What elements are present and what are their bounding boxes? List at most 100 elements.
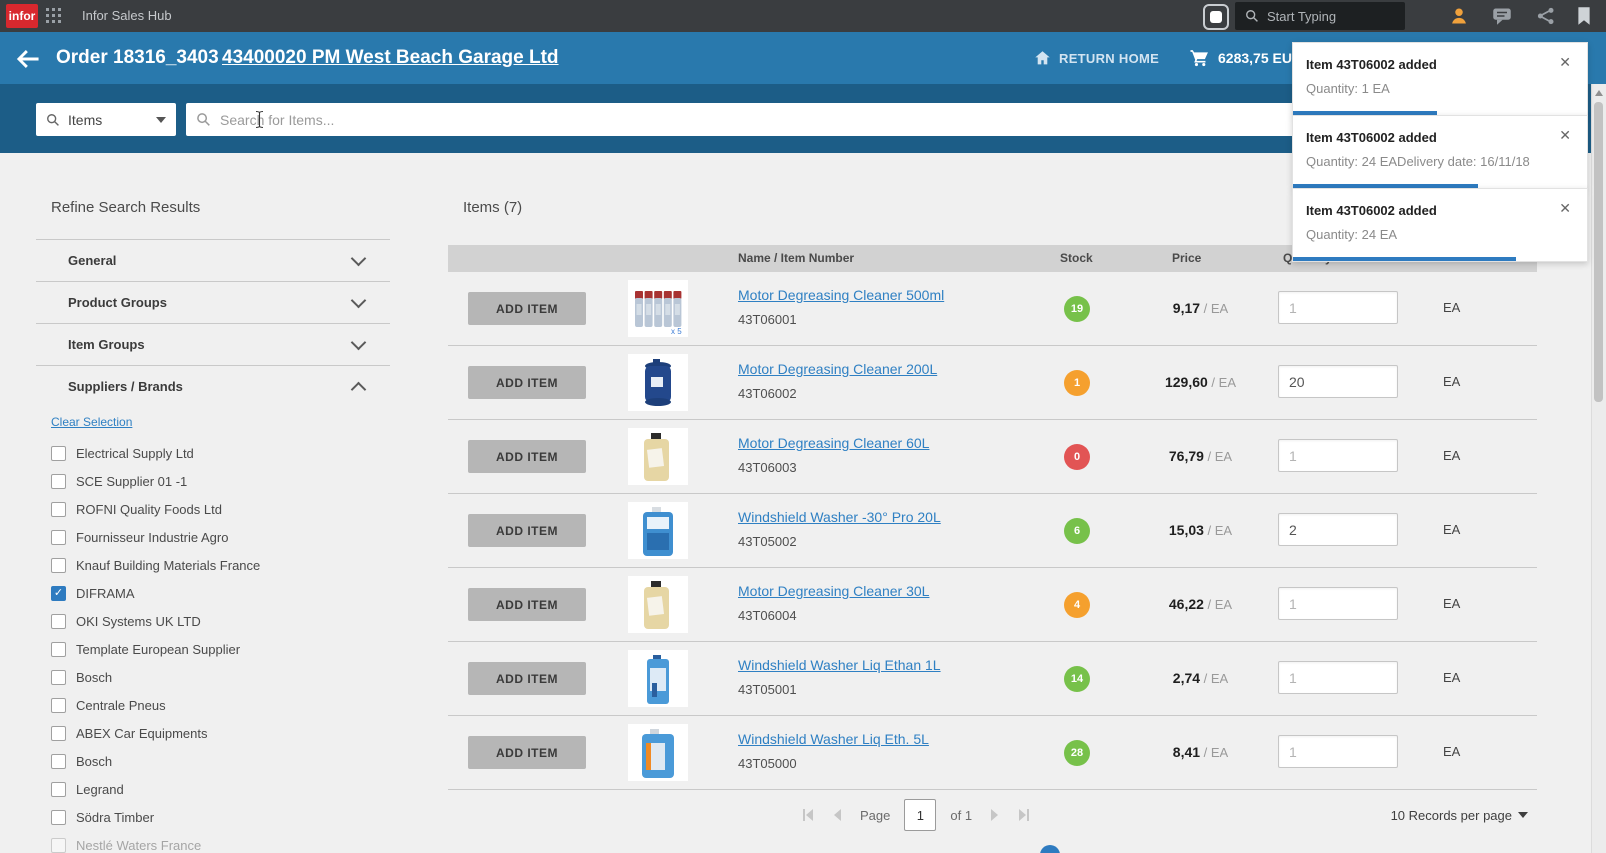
chevron-down-icon	[351, 251, 367, 267]
checkbox-checked-icon[interactable]: ✓	[51, 586, 66, 601]
item-name-link[interactable]: Motor Degreasing Cleaner 60L	[738, 435, 929, 451]
app-grid-icon[interactable]	[46, 8, 62, 24]
close-icon[interactable]: ✕	[1553, 53, 1577, 72]
item-name-link[interactable]: Motor Degreasing Cleaner 30L	[738, 583, 929, 599]
search-category-value: Items	[68, 112, 156, 128]
product-photo	[631, 653, 685, 705]
column-stock: Stock	[1060, 245, 1093, 272]
close-icon[interactable]: ✕	[1553, 199, 1577, 218]
checkbox-icon[interactable]	[51, 614, 66, 629]
checkbox-icon[interactable]	[51, 810, 66, 825]
checkbox-icon[interactable]	[51, 754, 66, 769]
supplier-filter-item[interactable]: Legrand	[36, 775, 390, 803]
supplier-filter-item[interactable]: Fournisseur Industrie Agro	[36, 523, 390, 551]
supplier-filter-item[interactable]: OKI Systems UK LTD	[36, 607, 390, 635]
unit-label: EA	[1443, 374, 1460, 389]
filter-section-item-groups[interactable]: Item Groups	[36, 323, 390, 365]
table-row: ADD ITEMWindshield Washer Liq Ethan 1L43…	[448, 642, 1537, 716]
filter-section-product-groups[interactable]: Product Groups	[36, 281, 390, 323]
add-item-button[interactable]: ADD ITEM	[468, 292, 586, 325]
item-name-link[interactable]: Motor Degreasing Cleaner 500ml	[738, 287, 944, 303]
supplier-filter-item[interactable]: SCE Supplier 01 -1	[36, 467, 390, 495]
quantity-input[interactable]	[1278, 291, 1398, 324]
quantity-input[interactable]	[1278, 587, 1398, 620]
cart-button[interactable]: 6283,75 EUR	[1190, 32, 1302, 84]
supplier-filter-item[interactable]: Nestlé Waters France	[36, 831, 390, 853]
name-cell: Windshield Washer -30° Pro 20L 43T05002	[738, 509, 941, 549]
supplier-filter-item[interactable]: Electrical Supply Ltd	[36, 439, 390, 467]
add-item-button[interactable]: ADD ITEM	[468, 514, 586, 547]
scrollbar-thumb[interactable]	[1594, 102, 1603, 402]
checkbox-icon[interactable]	[51, 474, 66, 489]
supplier-filter-item[interactable]: ✓DIFRAMA	[36, 579, 390, 607]
item-number: 43T05002	[738, 534, 941, 549]
supplier-filter-item[interactable]: Centrale Pneus	[36, 691, 390, 719]
stock-badge: 0	[1064, 444, 1090, 470]
supplier-filter-item[interactable]: Bosch	[36, 663, 390, 691]
global-search-placeholder: Start Typing	[1267, 9, 1336, 24]
share-icon[interactable]	[1536, 6, 1556, 26]
filter-section-general[interactable]: General	[36, 239, 390, 281]
item-name-link[interactable]: Motor Degreasing Cleaner 200L	[738, 361, 937, 377]
quantity-input[interactable]	[1278, 735, 1398, 768]
last-page-icon[interactable]	[1016, 807, 1032, 823]
clear-selection-link[interactable]: Clear Selection	[51, 415, 132, 429]
checkbox-icon[interactable]	[51, 530, 66, 545]
close-icon[interactable]: ✕	[1553, 126, 1577, 145]
text-cursor-icon	[254, 110, 265, 129]
checkbox-icon[interactable]	[51, 838, 66, 853]
cart-total: 6283,75 EUR	[1218, 50, 1302, 66]
checkbox-icon[interactable]	[51, 726, 66, 741]
item-name-link[interactable]: Windshield Washer -30° Pro 20L	[738, 509, 941, 525]
supplier-filter-item[interactable]: Template European Supplier	[36, 635, 390, 663]
pagination: Page of 1 10 Records per page	[448, 797, 1540, 833]
item-number: 43T06003	[738, 460, 929, 475]
add-item-button[interactable]: ADD ITEM	[468, 588, 586, 621]
records-per-page-dropdown[interactable]: 10 Records per page	[1391, 797, 1528, 833]
checkbox-icon[interactable]	[51, 502, 66, 517]
first-page-icon[interactable]	[800, 807, 816, 823]
toast-title: Item 43T06002 added	[1306, 130, 1437, 145]
customer-link[interactable]: 43400020 PM West Beach Garage Ltd	[222, 32, 559, 84]
quantity-input[interactable]	[1278, 513, 1398, 546]
checkbox-icon[interactable]	[51, 558, 66, 573]
quantity-input[interactable]	[1278, 439, 1398, 472]
supplier-filter-item[interactable]: ROFNI Quality Foods Ltd	[36, 495, 390, 523]
add-item-button[interactable]: ADD ITEM	[468, 736, 586, 769]
workspace-switcher-icon[interactable]	[1203, 4, 1229, 30]
add-item-button[interactable]: ADD ITEM	[468, 366, 586, 399]
checkbox-icon[interactable]	[51, 782, 66, 797]
app-title: Infor Sales Hub	[82, 0, 172, 32]
search-category-dropdown[interactable]: Items	[36, 103, 176, 136]
checkbox-icon[interactable]	[51, 698, 66, 713]
previous-page-icon[interactable]	[830, 807, 846, 823]
quantity-input[interactable]	[1278, 365, 1398, 398]
supplier-filter-item[interactable]: ABEX Car Equipments	[36, 719, 390, 747]
supplier-filter-item[interactable]: Södra Timber	[36, 803, 390, 831]
vertical-scrollbar[interactable]	[1591, 84, 1606, 853]
back-arrow-icon[interactable]	[14, 46, 40, 72]
top-bar: infor Infor Sales Hub Start Typing	[0, 0, 1606, 32]
add-item-button[interactable]: ADD ITEM	[468, 662, 586, 695]
return-home-button[interactable]: RETURN HOME	[1034, 32, 1159, 84]
supplier-filter-item[interactable]: Bosch	[36, 747, 390, 775]
checkbox-icon[interactable]	[51, 642, 66, 657]
user-icon[interactable]	[1449, 6, 1469, 26]
item-name-link[interactable]: Windshield Washer Liq Eth. 5L	[738, 731, 929, 747]
supplier-filter-item[interactable]: Knauf Building Materials France	[36, 551, 390, 579]
item-name-link[interactable]: Windshield Washer Liq Ethan 1L	[738, 657, 941, 673]
page-number-input[interactable]	[904, 799, 936, 831]
order-title: Order 18316_3403	[56, 32, 219, 84]
quantity-input[interactable]	[1278, 661, 1398, 694]
scroll-up-arrow-icon[interactable]	[1595, 90, 1603, 96]
filter-section-suppliers-brands[interactable]: Suppliers / Brands	[36, 365, 390, 407]
toast-notification: Item 43T06002 added✕Quantity: 1 EA	[1292, 42, 1588, 116]
add-item-button[interactable]: ADD ITEM	[468, 440, 586, 473]
chat-icon[interactable]	[1492, 6, 1512, 26]
checkbox-icon[interactable]	[51, 446, 66, 461]
next-page-icon[interactable]	[986, 807, 1002, 823]
global-search-input[interactable]: Start Typing	[1235, 2, 1405, 30]
checkbox-icon[interactable]	[51, 670, 66, 685]
infor-logo[interactable]: infor	[6, 4, 38, 28]
bookmark-icon[interactable]	[1574, 6, 1594, 26]
